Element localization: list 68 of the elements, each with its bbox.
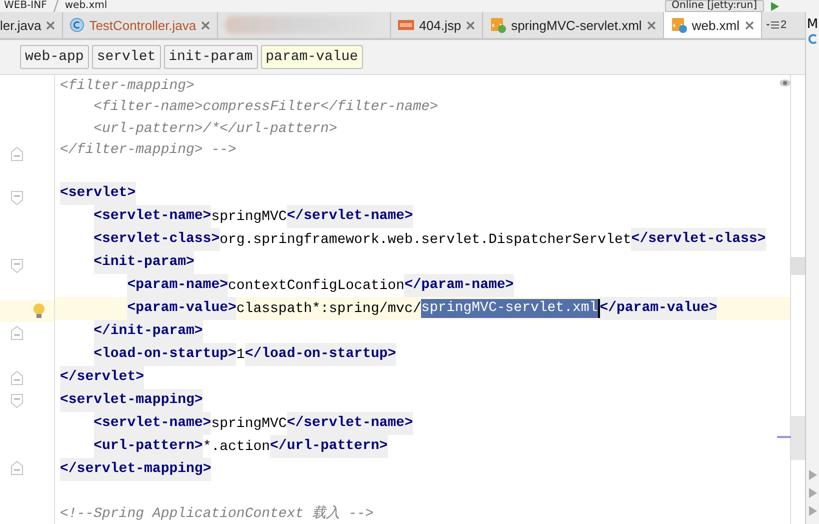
xml-tag: </init-param> <box>94 320 203 344</box>
xml-tag: </url-pattern> <box>270 435 388 458</box>
fold-icon[interactable] <box>11 258 23 273</box>
xml-tag: </servlet> <box>60 366 144 390</box>
editor-tab[interactable]: ler.java <box>0 12 64 38</box>
class-icon <box>70 18 84 32</box>
code-comment: <filter-name>compressFilter</filter-name> <box>94 99 438 116</box>
xml-tag: <param-value> <box>127 297 236 320</box>
tag-value: contextConfigLocation <box>228 278 404 294</box>
tag-value: springMVC <box>211 416 287 432</box>
xml-tag: </servlet-name> <box>286 205 413 228</box>
xml-tag: <servlet> <box>60 182 136 206</box>
fold-icon[interactable] <box>11 146 23 161</box>
code-comment: <!--Spring ApplicationContext 载入 --> <box>60 504 374 522</box>
xml-file-icon <box>670 17 687 33</box>
tag-value: 1 <box>236 346 245 363</box>
refresh-icon <box>808 33 818 45</box>
xml-tag: <load-on-startup> <box>94 343 236 366</box>
tag-value: *.action <box>202 438 270 455</box>
tab-list-icon <box>766 20 780 30</box>
xml-tag: </servlet-name> <box>286 412 413 436</box>
jsp-file-icon <box>398 18 414 32</box>
close-icon[interactable] <box>46 20 56 30</box>
close-icon[interactable] <box>466 20 476 30</box>
xml-tag: <servlet-class> <box>94 228 220 252</box>
xml-file-icon <box>490 17 506 33</box>
side-panel-tab[interactable]: M <box>806 17 818 33</box>
run-config-dropdown[interactable]: Online [jetty:run] <box>664 0 764 12</box>
code-comment: </filter-mapping> --> <box>60 142 236 158</box>
text-caret <box>598 299 600 318</box>
close-icon[interactable] <box>201 20 210 30</box>
tag-value: org.springframework.web.servlet.DispatcherServlet <box>220 232 632 248</box>
xml-tag: </param-name> <box>404 274 514 298</box>
selected-text: springMVC-servlet.xml <box>421 299 598 318</box>
chevron-icon <box>52 0 59 12</box>
scrollbar-thumb[interactable] <box>791 257 805 275</box>
xml-tag: </load-on-startup> <box>244 343 396 366</box>
xml-tag: </servlet-mapping> <box>60 458 212 482</box>
breadcrumb-item[interactable]: web.xml <box>64 0 108 12</box>
xml-breadcrumb[interactable]: web-app <box>20 45 89 69</box>
xml-breadcrumb[interactable]: servlet <box>92 45 161 69</box>
breadcrumb-item[interactable]: WEB-INF <box>4 0 47 12</box>
xml-tag: <servlet-name> <box>94 412 212 436</box>
fold-icon[interactable] <box>11 326 23 340</box>
lightbulb-icon[interactable] <box>33 302 45 319</box>
code-comment: <url-pattern>/*</url-pattern> <box>94 120 338 137</box>
hidden-tabs-button[interactable]: 2 <box>762 12 791 38</box>
xml-tag: <servlet-name> <box>94 205 212 228</box>
fold-icon[interactable] <box>11 191 23 206</box>
xml-tag: <servlet-mapping> <box>60 389 203 412</box>
tag-value: springMVC <box>211 208 287 225</box>
xml-tag: <init-param> <box>94 251 194 274</box>
close-icon[interactable] <box>744 20 754 30</box>
editor-tab[interactable]: web.xml <box>664 12 762 38</box>
close-icon[interactable] <box>646 20 656 30</box>
fold-icon[interactable] <box>11 371 23 386</box>
xml-tag: </param-value> <box>600 297 718 320</box>
fold-icon[interactable] <box>11 394 23 408</box>
fold-icon[interactable] <box>11 460 23 475</box>
eye-icon <box>779 79 791 87</box>
xml-tag: <param-name> <box>127 274 228 298</box>
error-stripe-mark <box>777 436 791 438</box>
xml-breadcrumb[interactable]: param-value <box>260 45 364 69</box>
xml-tag: <url-pattern> <box>94 435 203 458</box>
code-comment: <filter-mapping> <box>60 78 194 94</box>
tag-value: classpath*:spring/mvc/ <box>236 300 422 317</box>
xml-tag: </servlet-class> <box>631 228 766 252</box>
xml-breadcrumb[interactable]: init-param <box>164 45 258 69</box>
